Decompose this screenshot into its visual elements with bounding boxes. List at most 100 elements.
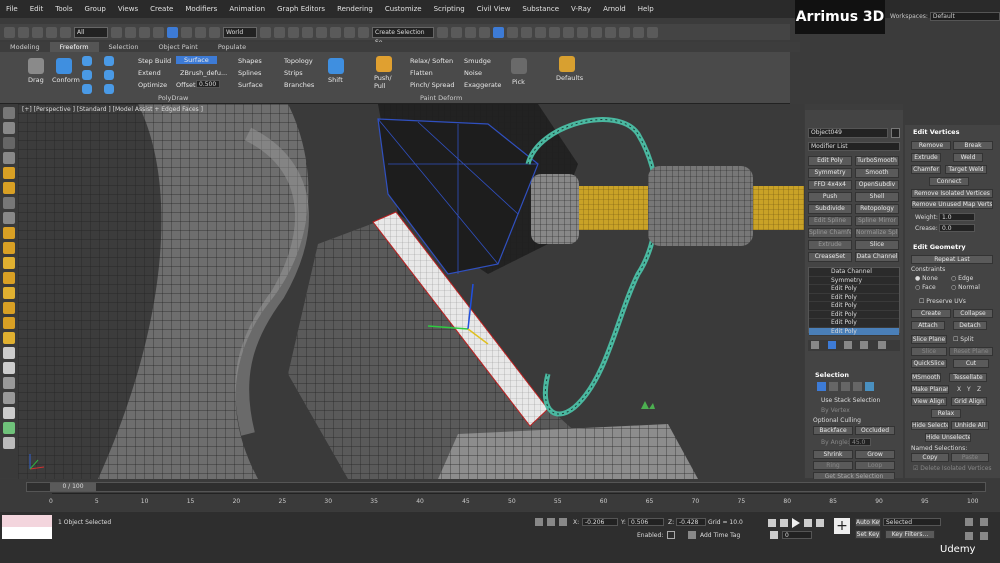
tool-icon-13[interactable]: [3, 287, 15, 299]
constraint-normal-radio[interactable]: ○ Normal: [951, 284, 980, 291]
z-coordinate-field[interactable]: -0.428: [676, 518, 706, 526]
viewport-label[interactable]: [+] [Perspective ] [Standard ] [Model As…: [22, 106, 203, 113]
modifier-button-subdivide[interactable]: Subdivide: [808, 204, 852, 214]
modifier-button-retopology[interactable]: Retopology: [855, 204, 899, 214]
remove-modifier-icon[interactable]: [860, 341, 868, 349]
menu-file[interactable]: File: [0, 5, 24, 13]
use-stack-selection-checkbox[interactable]: Use Stack Selection: [821, 397, 880, 404]
optimize-button[interactable]: Optimize: [138, 81, 167, 89]
percent-snap-icon[interactable]: [330, 26, 341, 38]
selected-dropdown[interactable]: Selected: [883, 518, 941, 526]
drag-button[interactable]: Drag: [28, 76, 44, 84]
edit-vertices-title[interactable]: Edit Vertices: [913, 128, 959, 136]
pin-stack-icon[interactable]: [811, 341, 819, 349]
x-coordinate-field[interactable]: -0.206: [582, 518, 618, 526]
relax-soften-button[interactable]: Relax/ Soften: [410, 57, 453, 65]
zoom-all-icon[interactable]: [980, 518, 988, 526]
noise-button[interactable]: Noise: [464, 69, 482, 77]
tab-freeform[interactable]: Freeform: [49, 42, 99, 52]
axis-z-button[interactable]: Z: [977, 386, 981, 393]
modifier-button-push[interactable]: Push: [808, 192, 852, 202]
hide-unselected-button[interactable]: Hide Unselected: [925, 433, 971, 442]
backface-button[interactable]: Backface: [813, 426, 853, 435]
stack-item[interactable]: Data Channel: [809, 268, 899, 277]
angle-snap-icon[interactable]: [316, 26, 327, 38]
tool-icon-22[interactable]: [3, 422, 15, 434]
ref-coord-dropdown[interactable]: World: [223, 26, 257, 38]
time-slider-frame[interactable]: 0 / 100: [50, 483, 96, 491]
object-name-field[interactable]: Object049: [808, 128, 888, 138]
shift-button[interactable]: Shift: [328, 76, 343, 84]
select-rotate-icon[interactable]: [181, 26, 192, 38]
shift-icon[interactable]: [328, 58, 344, 74]
tool-icon-20[interactable]: [3, 392, 15, 404]
tool-icon-10[interactable]: [3, 242, 15, 254]
ring-button[interactable]: Ring: [813, 461, 853, 470]
exaggerate-button[interactable]: Exaggerate: [464, 81, 501, 89]
undo-icon[interactable]: [4, 26, 15, 38]
menu-substance[interactable]: Substance: [516, 5, 565, 13]
loop-button[interactable]: Loop: [855, 461, 895, 470]
tool-icon-11[interactable]: [3, 257, 15, 269]
enabled-checkbox[interactable]: [667, 531, 675, 539]
tab-populate[interactable]: Populate: [208, 42, 256, 52]
smudge-button[interactable]: Smudge: [464, 57, 491, 65]
modifier-button-spline-mirror[interactable]: Spline Mirror: [855, 216, 899, 226]
workspaces-dropdown[interactable]: Default: [929, 12, 1000, 21]
play-icon[interactable]: [792, 518, 800, 528]
branches-button[interactable]: Branches: [284, 81, 314, 89]
isolate-toggle-icon[interactable]: [535, 518, 543, 526]
tool-icon-9[interactable]: [3, 227, 15, 239]
brush-icon-1[interactable]: [82, 56, 92, 66]
relax-button[interactable]: Relax: [931, 409, 961, 418]
viewport-scene[interactable]: [18, 104, 804, 479]
zoom-icon[interactable]: [965, 518, 973, 526]
element-mode-icon[interactable]: [865, 382, 874, 391]
menu-create[interactable]: Create: [144, 5, 179, 13]
bind-space-warp-icon[interactable]: [60, 26, 71, 38]
render-production-icon[interactable]: [591, 26, 602, 38]
menu-edit[interactable]: Edit: [24, 5, 50, 13]
shrink-button[interactable]: Shrink: [813, 450, 853, 459]
selection-filter-dropdown[interactable]: All: [74, 26, 108, 38]
slice-plane-button[interactable]: Slice Plane: [911, 335, 947, 344]
tab-selection[interactable]: Selection: [99, 42, 149, 52]
select-object-icon[interactable]: [111, 26, 122, 38]
set-key-button[interactable]: Set Key: [855, 530, 881, 539]
tab-modeling[interactable]: Modeling: [0, 42, 50, 52]
play-script-icon[interactable]: [633, 26, 644, 38]
modifier-button-creaseset[interactable]: CreaseSet: [808, 252, 852, 262]
surface-draw-button[interactable]: Surface: [238, 81, 263, 89]
pinch-spread-button[interactable]: Pinch/ Spread: [410, 81, 455, 89]
weld-button[interactable]: Weld: [953, 153, 983, 162]
tool-icon-15[interactable]: [3, 317, 15, 329]
placement-icon[interactable]: [209, 26, 220, 38]
collapse-button[interactable]: Collapse: [953, 309, 993, 318]
grid-align-button[interactable]: Grid Align: [951, 397, 987, 406]
tool-icon-3[interactable]: [3, 137, 15, 149]
stack-item[interactable]: Edit Poly: [809, 327, 899, 336]
y-coordinate-field[interactable]: 0.506: [628, 518, 664, 526]
maxscript-listener-white[interactable]: [2, 527, 52, 539]
render-setup-icon[interactable]: [549, 26, 560, 38]
time-tag-icon[interactable]: [688, 531, 696, 539]
menu-graph-editors[interactable]: Graph Editors: [271, 5, 331, 13]
tool-icon-14[interactable]: [3, 302, 15, 314]
orbit-icon[interactable]: [980, 532, 988, 540]
modifier-button-smooth[interactable]: Smooth: [855, 168, 899, 178]
connect-button[interactable]: Connect: [929, 177, 969, 186]
menu-scripting[interactable]: Scripting: [428, 5, 471, 13]
cloud-render-icon[interactable]: [605, 26, 616, 38]
modifier-button-edit-spline[interactable]: Edit Spline: [808, 216, 852, 226]
mirror-icon[interactable]: [437, 26, 448, 38]
timeline-ticks[interactable]: 0 5 10 15 20 25 30 35 40 45 50 55 60 65 70 75 80 85 90 95 10…: [49, 493, 978, 507]
defaults-icon[interactable]: [559, 56, 575, 72]
add-time-tag[interactable]: Add Time Tag: [700, 532, 740, 539]
tool-icon-5[interactable]: [3, 167, 15, 179]
tool-icon-23[interactable]: [3, 437, 15, 449]
axis-y-button[interactable]: Y: [967, 386, 971, 393]
unhide-all-button[interactable]: Unhide All: [951, 421, 989, 430]
drag-icon[interactable]: [28, 58, 44, 74]
crease-field[interactable]: 0.0: [939, 224, 975, 232]
select-by-name-icon[interactable]: [125, 26, 136, 38]
